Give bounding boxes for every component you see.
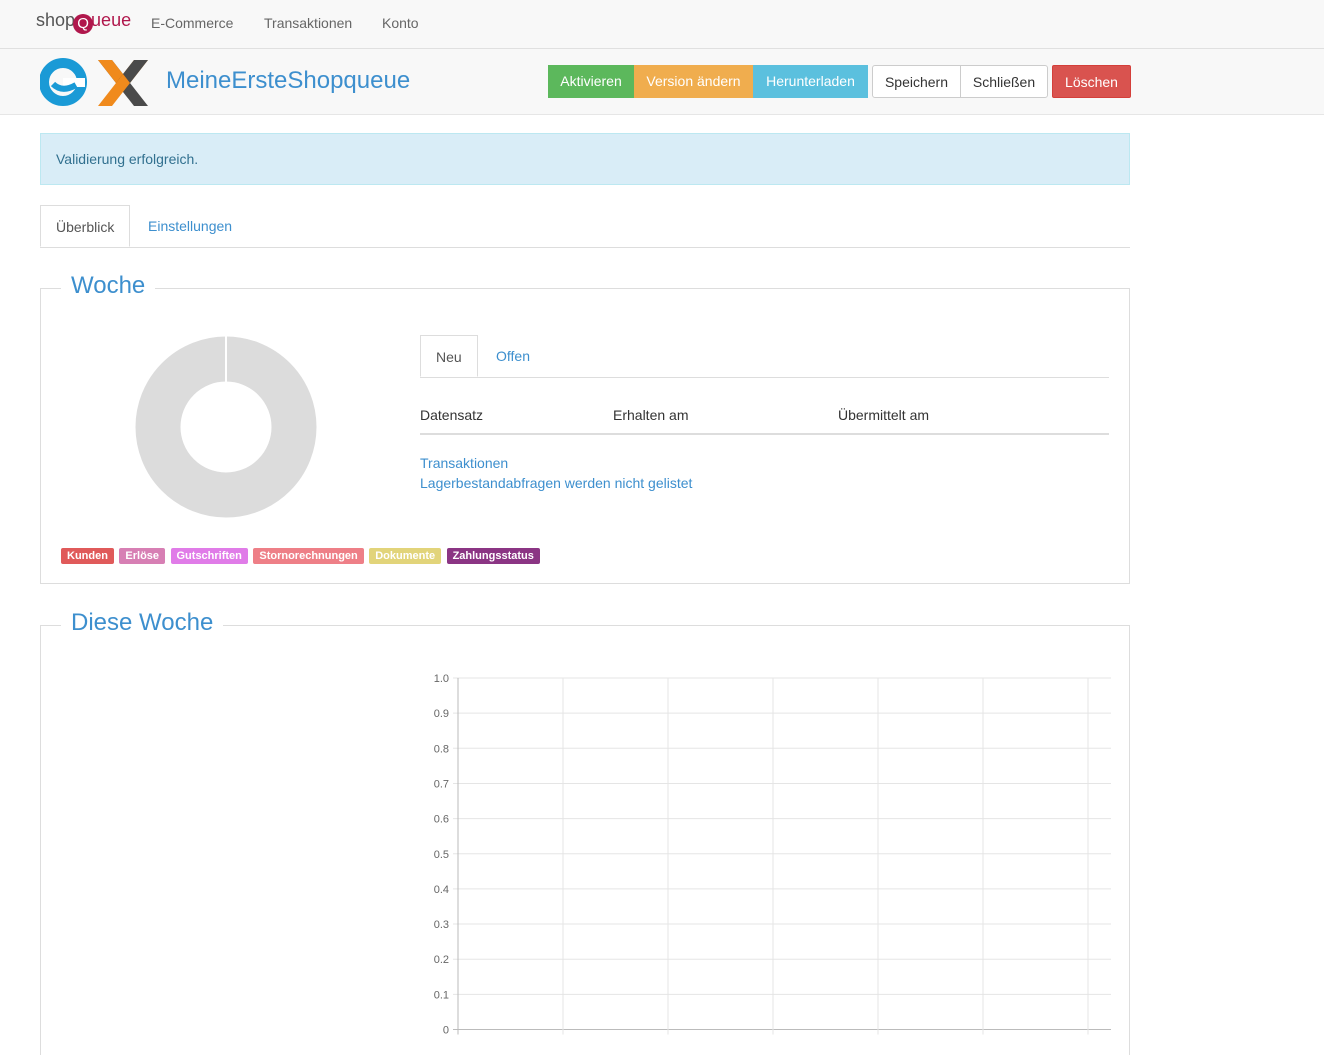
close-button[interactable]: Schließen <box>960 65 1048 98</box>
y-tick-label: 0.5 <box>434 849 449 861</box>
week-legend: Woche <box>61 272 156 300</box>
tab-neu[interactable]: Neu <box>420 335 478 377</box>
y-tick-label: 0.9 <box>434 708 449 720</box>
badge-dokumente[interactable]: Dokumente <box>369 548 442 564</box>
badge-zahlungsstatus[interactable]: Zahlungsstatus <box>446 548 540 564</box>
badge-gutschriften[interactable]: Gutschriften <box>170 548 248 564</box>
badge-kunden[interactable]: Kunden <box>61 548 114 564</box>
week-donut-chart <box>135 336 317 518</box>
nav-ecommerce[interactable]: E-Commerce <box>151 15 233 31</box>
table-header: Datensatz Erhalten am Übermittelt am <box>420 395 1109 435</box>
legend-badges: Kunden Erlöse Gutschriften Stornorechnun… <box>61 546 541 564</box>
inventory-note: Lagerbestandabfragen werden nicht gelist… <box>420 475 693 491</box>
success-alert: Validierung erfolgreich. <box>40 133 1130 185</box>
badge-stornorechnungen[interactable]: Stornorechnungen <box>253 548 364 564</box>
column-erhalten-am[interactable]: Erhalten am <box>613 407 688 423</box>
y-tick-label: 1.0 <box>434 673 449 685</box>
shopqueue-gx-logo-icon <box>40 58 148 106</box>
week-panel: Woche Kunden Erlöse Gutschriften Stornor… <box>40 272 1130 584</box>
y-tick-label: 0.6 <box>434 814 449 826</box>
y-tick-label: 0.4 <box>434 884 449 896</box>
delete-button[interactable]: Löschen <box>1052 65 1131 98</box>
activate-button[interactable]: Aktivieren <box>548 65 634 98</box>
badge-erloese[interactable]: Erlöse <box>119 548 166 564</box>
alert-text: Validierung erfolgreich. <box>56 151 199 167</box>
brand-logo[interactable]: shop Queue <box>36 10 132 34</box>
tab-offen[interactable]: Offen <box>481 335 545 377</box>
tab-overview[interactable]: Überblick <box>40 205 130 247</box>
transactions-link[interactable]: Transaktionen <box>420 455 508 471</box>
this-week-panel: Diese Woche 1.0 0.9 0.8 0.7 0.6 0.5 0.4 0.3 0.2 0… <box>40 609 1130 1055</box>
column-uebermittelt-am[interactable]: Übermittelt am <box>838 407 929 423</box>
y-tick-label: 0.3 <box>434 919 449 931</box>
main-tabs: Überblick Einstellungen <box>40 205 1130 248</box>
brand-rest: ueue <box>91 10 132 30</box>
y-tick-label: 0.8 <box>434 743 449 755</box>
brand-q: Q <box>73 14 94 34</box>
nav-konto[interactable]: Konto <box>382 15 419 31</box>
change-version-button[interactable]: Version ändern <box>634 65 753 98</box>
this-week-line-chart: 1.00.90.80.70.60.50.40.30.20.10 <box>434 673 1111 1037</box>
y-tick-label: 0.7 <box>434 778 449 790</box>
y-tick-label: 0.2 <box>434 954 449 966</box>
tab-settings[interactable]: Einstellungen <box>133 205 247 247</box>
page-header: MeineErsteShopqueue Aktivieren Version ä… <box>0 49 1324 115</box>
nav-transaktionen[interactable]: Transaktionen <box>264 15 352 31</box>
download-button[interactable]: Herunterladen <box>753 65 868 98</box>
column-datensatz[interactable]: Datensatz <box>420 407 483 423</box>
brand-shop: shop <box>36 10 76 30</box>
top-navbar: shop Queue E-Commerce Transaktionen Konto <box>0 0 1324 49</box>
page-title: MeineErsteShopqueue <box>166 67 411 94</box>
save-button[interactable]: Speichern <box>872 65 961 98</box>
this-week-legend: Diese Woche <box>61 609 224 637</box>
y-tick-label: 0.1 <box>434 989 449 1001</box>
week-subtabs: Neu Offen <box>420 335 1109 378</box>
